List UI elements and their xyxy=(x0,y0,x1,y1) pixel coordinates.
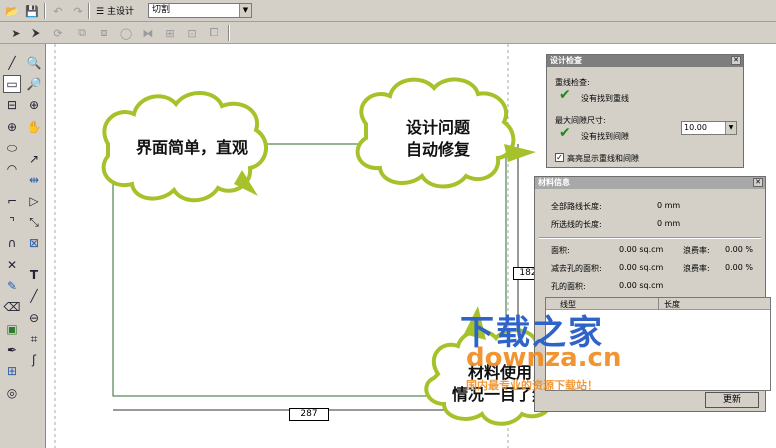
divider xyxy=(539,237,761,239)
path-tool-icon[interactable]: ⊖ xyxy=(25,309,43,327)
frame-tool-icon[interactable]: ▣ xyxy=(3,320,21,338)
transform-tool-icon[interactable]: ⌗ xyxy=(25,330,43,348)
combine-icon[interactable]: ⧈ xyxy=(96,25,112,41)
highlight-checkbox[interactable]: ✓ xyxy=(555,153,564,162)
design-check-title: 设计检查 ✕ xyxy=(547,55,743,67)
rectangle-tool-icon[interactable]: ▭ xyxy=(3,75,21,93)
zoom-fit-icon[interactable]: ⊕ xyxy=(25,96,43,114)
highlight-label: 高亮显示重线和间隙 xyxy=(567,154,639,163)
cross-tool-icon[interactable]: ✕ xyxy=(3,256,21,274)
column-header-length[interactable]: 长度 xyxy=(664,299,680,310)
undo-icon[interactable]: ↶ xyxy=(50,3,66,19)
waste-rate-label: 浪费率: xyxy=(683,246,710,255)
diagonal-line-tool-icon[interactable]: ╱ xyxy=(25,287,43,305)
selected-length-label: 所选线的长度: xyxy=(551,220,602,229)
gap-result-text: 没有找到间隙 xyxy=(581,132,629,141)
node-edit-tool-icon[interactable]: ✎ xyxy=(3,277,21,295)
hole-area-value: 0.00 sq.cm xyxy=(619,281,664,290)
pan-hand-icon[interactable]: ✋ xyxy=(25,118,43,136)
save-icon[interactable]: 💾 xyxy=(24,3,40,19)
toolbar-separator xyxy=(44,3,46,19)
total-path-label: 全部路线长度: xyxy=(551,202,602,211)
total-path-value: 0 mm xyxy=(657,201,681,210)
waste-rate-value: 0.00 % xyxy=(725,245,753,254)
weld-icon[interactable]: ⧉ xyxy=(74,25,90,41)
horizontal-dimension-label[interactable]: 287 xyxy=(289,408,329,421)
rotate-object-icon[interactable]: ⟳ xyxy=(50,25,66,41)
area-value: 0.00 sq.cm xyxy=(619,245,664,254)
watermark-slogan: 国内最专业的资源下载站！ xyxy=(466,379,598,392)
net-area-value: 0.00 sq.cm xyxy=(619,263,664,272)
watermark-domain: downza.cn xyxy=(466,343,622,373)
arc-tool-icon[interactable]: ◠ xyxy=(3,160,21,178)
main-toolbar: 📂 💾 ↶ ↷ ☰ 主设计 切割 ▼ xyxy=(0,0,776,22)
scale-tool-icon[interactable]: ⤡ xyxy=(25,213,43,231)
zoom-out-icon[interactable]: 🔎 xyxy=(25,75,43,93)
redo-icon[interactable]: ↷ xyxy=(70,3,86,19)
selected-length-value: 0 mm xyxy=(657,219,681,228)
mirror-icon[interactable]: ⧓ xyxy=(140,25,156,41)
bubble-top-text-line2: 自动修复 xyxy=(405,140,470,159)
design-check-panel: 设计检查 ✕ 重线检查: ✔ 没有找到重线 最大间隙尺寸: 10.00 ▼ ✔ … xyxy=(546,54,744,168)
hole-area-label: 孔的面积: xyxy=(551,282,586,291)
bubble-top-text-line1: 设计问题 xyxy=(405,118,470,137)
material-info-title-text: 材料信息 xyxy=(538,178,570,187)
ungroup-icon[interactable]: ⧠ xyxy=(206,25,222,41)
chevron-down-icon[interactable]: ▼ xyxy=(725,122,736,134)
line-tool-icon[interactable]: ╱ xyxy=(3,54,21,72)
column-divider[interactable] xyxy=(658,298,659,310)
tool-palette: ╱ ▭ ⊟ ⊕ ⬭ ◠ ⌐ ⌝ ∩ ✕ ✎ ⌫ ▣ ✒ ⊞ ◎ 🔍 🔎 ⊕ ✋ … xyxy=(0,44,46,448)
mode-select-value: 切割 xyxy=(152,5,171,15)
text-path-tool-icon[interactable]: ʃ xyxy=(25,351,43,369)
toolbar-separator xyxy=(88,3,90,19)
grid-tool-icon[interactable]: ⊞ xyxy=(3,362,21,380)
master-design-label: 主设计 xyxy=(106,7,134,17)
toolbar-separator xyxy=(228,25,230,41)
open-folder-icon[interactable]: 📂 xyxy=(4,3,20,19)
overlap-result-text: 没有找到重线 xyxy=(581,94,629,103)
text-tool-icon[interactable]: T xyxy=(25,266,43,284)
fill-tool-icon[interactable]: ▷ xyxy=(25,192,43,210)
net-waste-rate-value: 0.00 % xyxy=(725,263,753,272)
layers-icon: ☰ xyxy=(96,7,105,17)
mirror-tool-icon[interactable]: ⇹ xyxy=(25,171,43,189)
net-area-label: 减去孔的面积: xyxy=(551,264,602,273)
master-design-button[interactable]: ☰ 主设计 xyxy=(96,4,134,17)
zoom-in-icon[interactable]: 🔍 xyxy=(25,54,43,72)
close-icon[interactable]: ✕ xyxy=(731,56,741,65)
pointer-icon[interactable]: ➤ xyxy=(8,25,24,41)
node-select-icon[interactable]: ⮞ xyxy=(28,25,44,41)
area-label: 面积: xyxy=(551,246,570,255)
gap-size-select[interactable]: 10.00 ▼ xyxy=(681,121,737,135)
eraser-tool-icon[interactable]: ⌫ xyxy=(3,298,21,316)
group-icon[interactable]: ⊡ xyxy=(184,25,200,41)
chevron-down-icon[interactable]: ▼ xyxy=(239,4,251,17)
checkmark-icon: ✔ xyxy=(559,125,571,141)
circle-plus-tool-icon[interactable]: ⊕ xyxy=(3,118,21,136)
checkmark-icon: ✔ xyxy=(559,87,571,103)
close-icon[interactable]: ✕ xyxy=(753,178,763,187)
ellipse-tool-icon[interactable]: ⬭ xyxy=(3,139,21,157)
bevel-tool-icon[interactable]: ⌝ xyxy=(3,213,21,231)
material-info-title: 材料信息 ✕ xyxy=(535,177,765,189)
align-icon[interactable]: ⊞ xyxy=(162,25,178,41)
refresh-button[interactable]: 更新 xyxy=(705,392,759,408)
layout-tool-icon[interactable]: ⊠ xyxy=(25,234,43,252)
rect-split-tool-icon[interactable]: ⊟ xyxy=(3,96,21,114)
edit-toolbar: ➤ ⮞ ⟳ ⧉ ⧈ ◯ ⧓ ⊞ ⊡ ⧠ xyxy=(0,22,776,44)
mode-select[interactable]: 切割 ▼ xyxy=(148,3,252,18)
circle-tool-icon[interactable]: ◯ xyxy=(118,25,134,41)
design-check-title-text: 设计检查 xyxy=(550,56,582,65)
gap-size-value: 10.00 xyxy=(684,123,707,132)
corner-tool-icon[interactable]: ⌐ xyxy=(3,192,21,210)
target-tool-icon[interactable]: ◎ xyxy=(3,384,21,402)
net-waste-rate-label: 浪费率: xyxy=(683,264,710,273)
pen-tool-icon[interactable]: ✒ xyxy=(3,341,21,359)
measure-tool-icon[interactable]: ↗ xyxy=(25,150,43,168)
arch-tool-icon[interactable]: ∩ xyxy=(3,234,21,252)
bubble-left-text: 界面简单，直观 xyxy=(135,138,248,157)
